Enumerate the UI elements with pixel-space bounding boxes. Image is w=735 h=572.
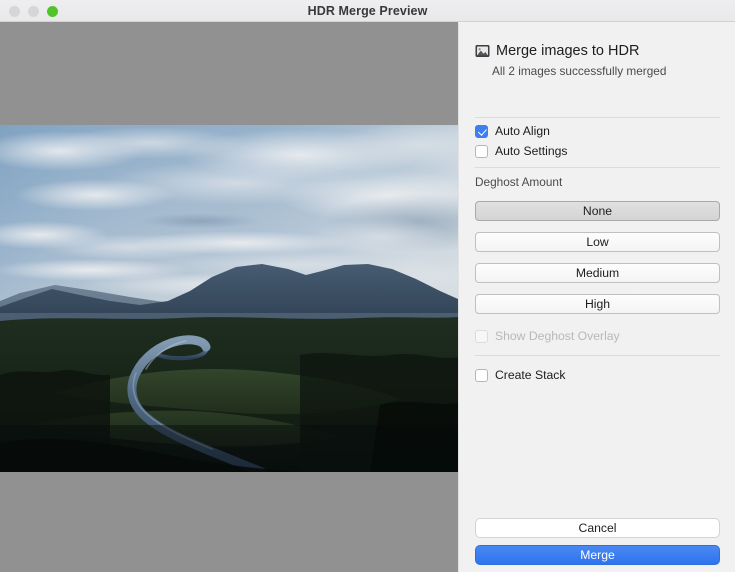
deghost-option-low[interactable]: Low — [475, 232, 720, 252]
panel-header: Merge images to HDR — [475, 43, 639, 59]
auto-settings-label: Auto Settings — [495, 144, 568, 158]
option-auto-settings[interactable]: Auto Settings — [475, 143, 568, 159]
option-create-stack[interactable]: Create Stack — [475, 367, 565, 383]
auto-align-label: Auto Align — [495, 124, 550, 138]
cancel-button[interactable]: Cancel — [475, 518, 720, 538]
deghost-section-label: Deghost Amount — [475, 175, 563, 189]
merge-button[interactable]: Merge — [475, 545, 720, 565]
hdr-merge-preview-window: HDR Merge Preview Merge images to HDR Al… — [0, 0, 735, 572]
show-deghost-overlay-label: Show Deghost Overlay — [495, 329, 620, 343]
panel-title: Merge images to HDR — [496, 43, 640, 59]
option-auto-align[interactable]: Auto Align — [475, 123, 550, 139]
create-stack-checkbox[interactable] — [475, 368, 488, 382]
divider-top — [475, 117, 720, 118]
deghost-option-none[interactable]: None — [475, 201, 720, 221]
show-deghost-overlay-checkbox — [475, 329, 488, 343]
deghost-option-medium[interactable]: Medium — [475, 263, 720, 283]
merged-preview-image — [0, 125, 458, 472]
divider-deghost — [475, 167, 720, 168]
hdr-settings-panel: Merge images to HDR All 2 images success… — [458, 22, 735, 572]
auto-align-checkbox[interactable] — [475, 124, 488, 138]
window-body: Merge images to HDR All 2 images success… — [0, 22, 735, 572]
auto-settings-checkbox[interactable] — [475, 144, 488, 158]
divider-stack — [475, 355, 720, 356]
panel-subtitle: All 2 images successfully merged — [492, 64, 667, 78]
option-show-deghost-overlay: Show Deghost Overlay — [475, 328, 620, 344]
deghost-option-high[interactable]: High — [475, 294, 720, 314]
image-preview-area[interactable] — [0, 22, 458, 572]
photo-icon — [475, 45, 490, 57]
window-titlebar: HDR Merge Preview — [0, 0, 735, 22]
window-title: HDR Merge Preview — [307, 4, 428, 18]
create-stack-label: Create Stack — [495, 368, 566, 382]
